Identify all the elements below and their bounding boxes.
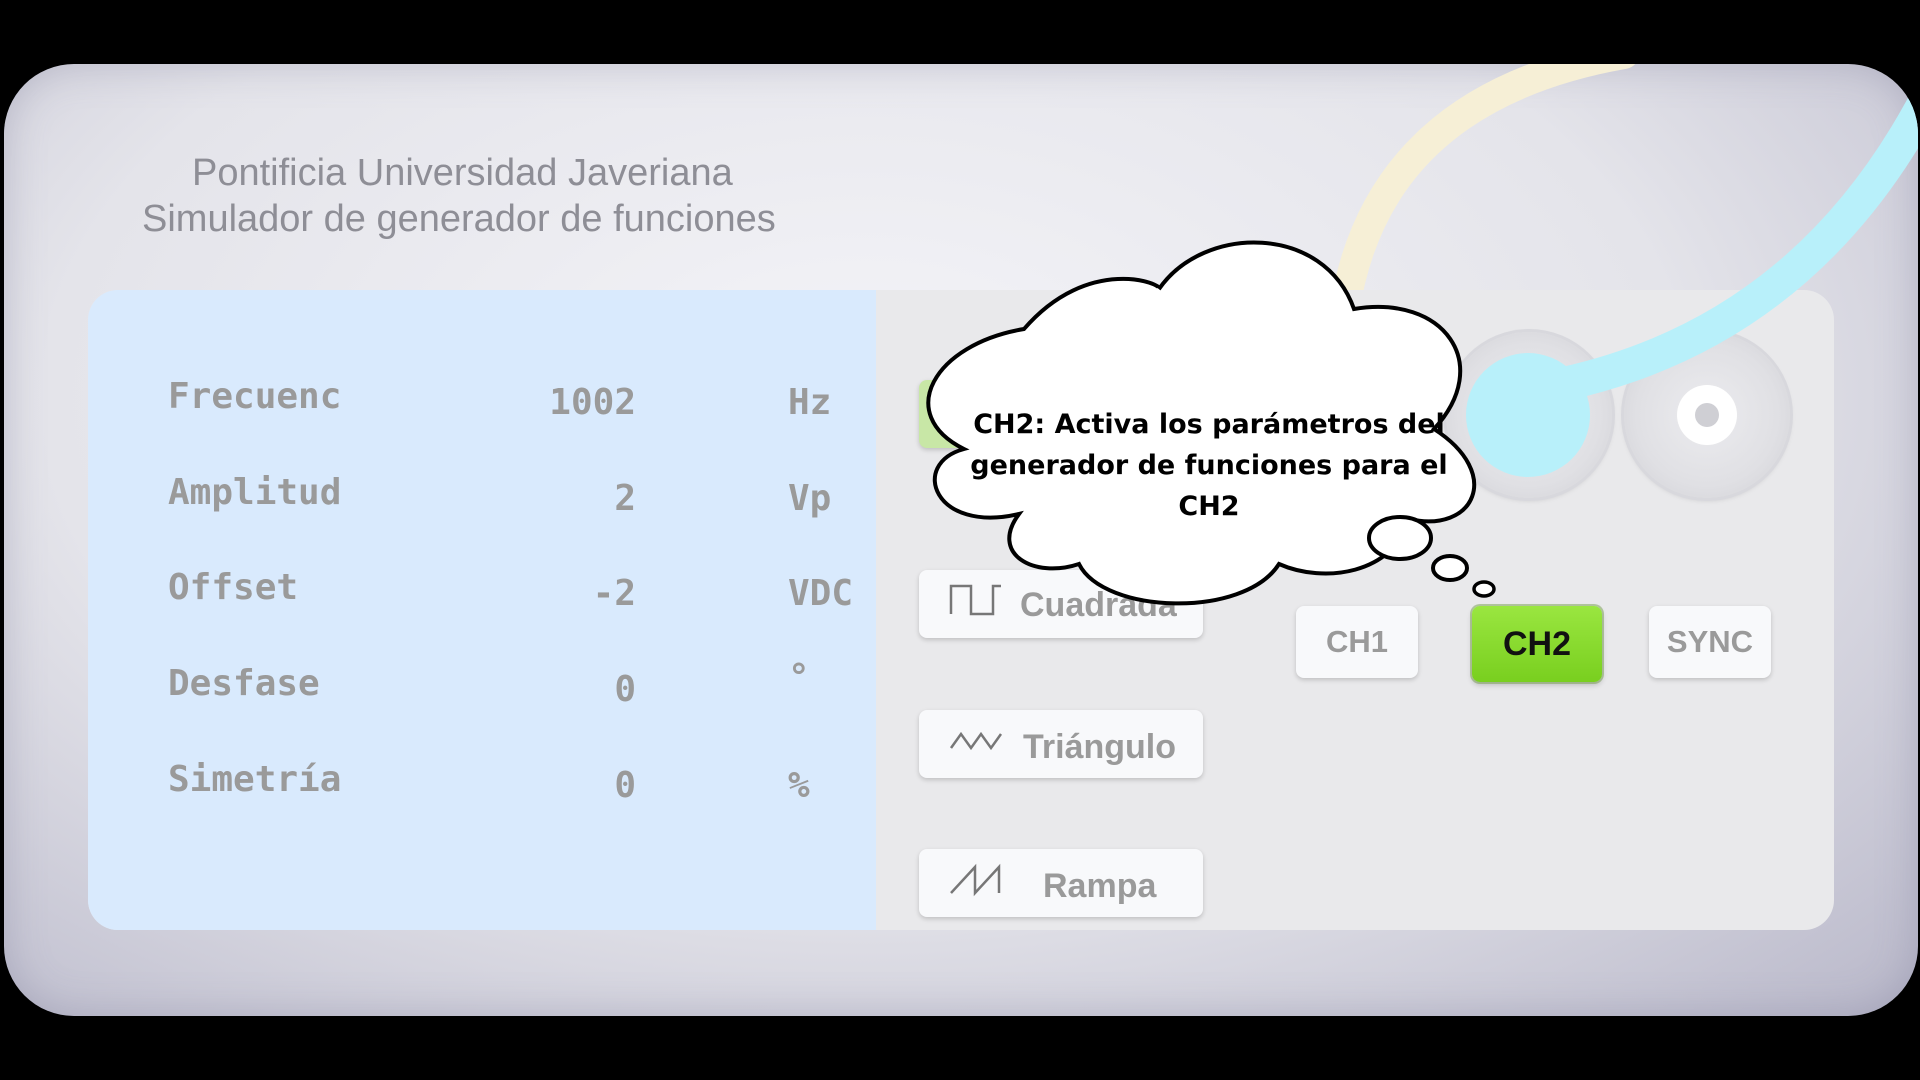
tooltip-text: CH2: Activa los parámetros del generador… (970, 409, 1448, 522)
tooltip-cloud (926, 240, 1496, 606)
function-generator-device: Pontificia Universidad Javeriana Simulad… (4, 64, 1918, 1016)
